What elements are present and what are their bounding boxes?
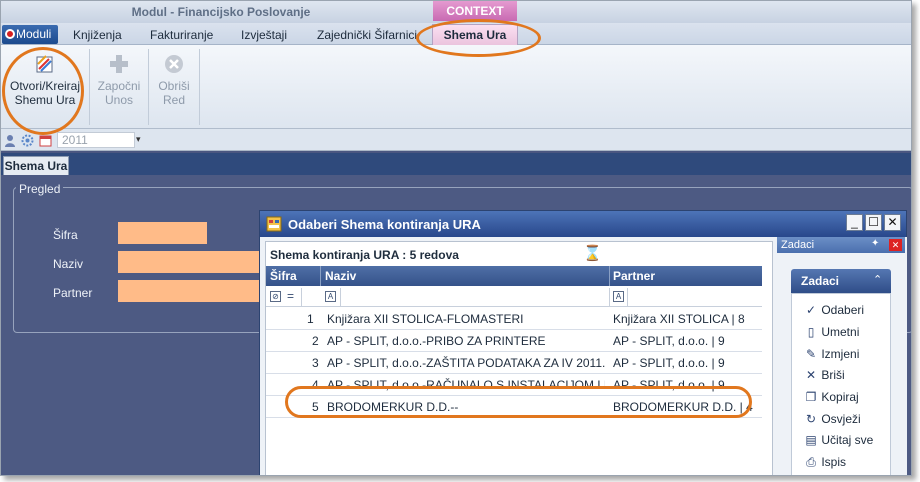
tab-fakturiranje[interactable]: Fakturiranje xyxy=(144,25,219,45)
context-tab-label: CONTEXT xyxy=(433,1,517,21)
copy-icon: ❐ xyxy=(805,390,817,404)
busy-cursor-icon: ⌛ xyxy=(583,245,602,262)
check-icon: ✓ xyxy=(805,303,817,317)
naziv-label: Naziv xyxy=(53,257,84,271)
cell-naziv: AP - SPLIT, d.o.o.-ZAŠTITA PODATAKA ZA I… xyxy=(327,356,605,370)
task-kopiraj[interactable]: ❐ Kopiraj xyxy=(804,390,859,408)
maximize-icon[interactable]: ☐ xyxy=(865,214,882,231)
delete-circle-icon xyxy=(163,53,185,75)
start-entry-button[interactable]: Započni Unos xyxy=(93,49,145,125)
task-label: Odaberi xyxy=(821,303,865,317)
column-header-sifra[interactable]: Šifra xyxy=(270,269,297,283)
doc-tab-shema-ura[interactable]: Shema Ura xyxy=(3,156,69,175)
cell-sifra: 3 xyxy=(312,356,319,370)
task-label: Izmjeni xyxy=(821,347,860,361)
column-divider xyxy=(320,266,321,286)
naziv-filter-icon[interactable]: A xyxy=(325,291,336,302)
filter-divider xyxy=(301,288,302,306)
partner-label: Partner xyxy=(53,286,93,300)
collapse-chevron-icon[interactable]: ⌃ xyxy=(873,273,882,286)
filter-divider xyxy=(627,288,628,306)
task-ispis[interactable]: ⎙ Ispis xyxy=(804,455,846,473)
task-pane-close-icon[interactable]: ✕ xyxy=(889,239,902,251)
task-osvjezi[interactable]: ↻ Osvježi xyxy=(804,412,861,430)
sifra-label: Šifra xyxy=(53,228,78,242)
load-all-icon: ▤ xyxy=(805,433,817,447)
cell-partner: AP - SPLIT, d.o.o. | 9 xyxy=(613,334,725,348)
app-window: Modul - Financijsko Poslovanje CONTEXT M… xyxy=(0,0,912,476)
grid-caption: Shema kontiranja URA : 5 redova xyxy=(270,248,459,262)
chevron-down-icon[interactable]: ▾ xyxy=(136,134,141,145)
task-label: Briši xyxy=(821,368,845,382)
ribbon-separator xyxy=(89,49,90,125)
task-odaberi[interactable]: ✓ Odaberi xyxy=(804,303,864,321)
moduli-icon xyxy=(5,29,15,39)
sifra-field[interactable] xyxy=(118,222,207,244)
delete-row-button[interactable]: Obriši Red xyxy=(151,49,197,125)
task-pane-title: Zadaci xyxy=(777,237,905,253)
task-umetni[interactable]: ▯ Umetni xyxy=(804,325,860,343)
dialog-title: Odaberi Shema kontiranja URA xyxy=(288,217,481,232)
filter-clear-icon[interactable]: ⊘ xyxy=(270,291,281,302)
delete-button-line1: Obriši xyxy=(158,79,190,93)
tab-izvjestaji[interactable]: Izvještaji xyxy=(235,25,293,45)
pin-icon[interactable]: ✦ xyxy=(871,238,879,249)
cell-partner: Knjižara XII STOLICA | 8 xyxy=(613,312,745,326)
filter-divider xyxy=(340,288,341,306)
sifra-filter-operator[interactable]: = xyxy=(287,289,294,303)
highlight-oval-selected-row xyxy=(285,386,752,418)
partner-field[interactable] xyxy=(118,280,263,302)
new-document-icon: ▯ xyxy=(807,325,815,339)
document-tab-bar xyxy=(1,153,911,175)
minimize-icon[interactable]: _ xyxy=(846,214,863,231)
settings-gear-icon[interactable] xyxy=(21,134,34,147)
pregled-title: Pregled xyxy=(16,182,64,196)
column-divider xyxy=(609,266,610,286)
year-select[interactable]: 2011 xyxy=(57,132,135,148)
column-header-partner[interactable]: Partner xyxy=(613,269,655,283)
tab-knjizenja[interactable]: Knjiženja xyxy=(67,25,128,45)
naziv-field[interactable] xyxy=(118,251,263,273)
calendar-icon[interactable] xyxy=(39,134,52,147)
highlight-oval-open-button xyxy=(2,47,84,135)
cell-sifra: 2 xyxy=(312,334,319,348)
dialog-app-icon xyxy=(266,216,282,232)
task-izmjeni[interactable]: ✎ Izmjeni xyxy=(804,347,859,365)
close-icon[interactable]: ✕ xyxy=(884,214,901,231)
start-button-line1: Započni xyxy=(97,79,141,93)
tab-zajednicki-sifarnici[interactable]: Zajednički Šifarnici xyxy=(311,25,423,45)
task-brisi[interactable]: ✕ Briši xyxy=(804,368,845,386)
task-label: Učitaj sve xyxy=(821,433,874,447)
cell-partner: AP - SPLIT, d.o.o. | 9 xyxy=(613,356,725,370)
filter-divider xyxy=(609,288,610,306)
edit-icon: ✎ xyxy=(805,347,817,361)
refresh-icon: ↻ xyxy=(805,412,817,426)
cell-naziv: Knjižara XII STOLICA-FLOMASTERI xyxy=(327,312,524,326)
task-label: Ispis xyxy=(821,455,847,469)
task-label: Kopiraj xyxy=(821,390,859,404)
plus-icon xyxy=(108,53,130,75)
print-icon: ⎙ xyxy=(806,455,816,469)
task-label: Umetni xyxy=(821,325,860,339)
column-header-naziv[interactable]: Naziv xyxy=(325,269,356,283)
app-title: Modul - Financijsko Poslovanje xyxy=(131,5,311,19)
task-ucitaj-sve[interactable]: ▤ Učitaj sve xyxy=(804,433,873,451)
partner-filter-icon[interactable]: A xyxy=(613,291,624,302)
cell-naziv: AP - SPLIT, d.o.o.-PRIBO ZA PRINTERE xyxy=(327,334,546,348)
delete-button-line2: Red xyxy=(162,93,185,107)
start-button-line2: Unos xyxy=(104,93,133,107)
highlight-oval-shema-tab xyxy=(416,19,541,57)
ribbon-separator xyxy=(199,49,200,125)
ribbon-separator xyxy=(148,49,149,125)
delete-x-icon: ✕ xyxy=(805,368,817,382)
user-icon[interactable] xyxy=(4,134,16,147)
cell-sifra: 1 xyxy=(307,312,314,326)
task-label: Osvježi xyxy=(821,412,861,426)
